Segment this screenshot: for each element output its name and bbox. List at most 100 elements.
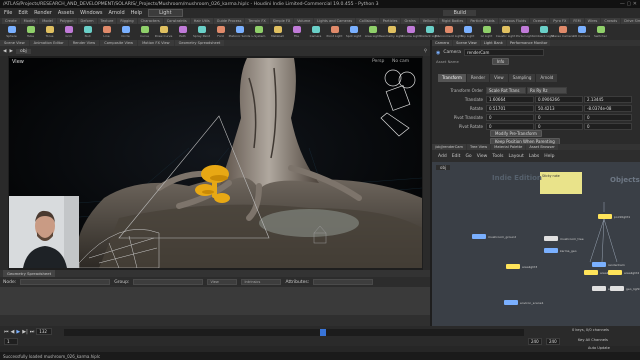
spreadsheet-area[interactable] — [0, 287, 430, 315]
time-cursor[interactable] — [320, 329, 326, 336]
network-node-mushroom-tree[interactable] — [544, 236, 558, 241]
parm-button-modify-pre-transform[interactable]: Modify Pre-Transform — [490, 130, 542, 137]
auto-update-toggle[interactable]: Auto Update — [588, 346, 610, 350]
parm-value-field[interactable]: 0 — [535, 122, 583, 130]
tool-vr-camera[interactable]: VR Camera — [573, 25, 590, 39]
tool-file[interactable]: File — [288, 25, 305, 39]
time-slider[interactable] — [64, 329, 524, 336]
parm-value-field[interactable]: 1.60664 — [486, 95, 534, 103]
global-end-field[interactable]: 240 — [546, 338, 560, 345]
parm-value-field[interactable]: Rx Ry Rz — [527, 86, 567, 94]
parm-value-field[interactable]: -8.0374e-08 — [584, 104, 632, 112]
network-editor[interactable]: obj Sticky note Objects Indie Edition mu… — [432, 162, 640, 326]
frame-field[interactable]: 132 — [36, 328, 53, 335]
network-menu-edit[interactable]: Edit — [452, 154, 461, 159]
network-node-arealight2[interactable] — [608, 270, 622, 275]
step-back-icon[interactable]: ◀ — [11, 329, 15, 335]
menu-assets[interactable]: Assets — [58, 10, 74, 16]
parm-tab-view[interactable]: View — [490, 74, 508, 82]
tool-grid[interactable]: Grid — [60, 25, 77, 39]
tool-font[interactable]: Font — [212, 25, 229, 39]
network-menu-view[interactable]: View — [477, 154, 488, 159]
tool-null[interactable]: Null — [79, 25, 96, 39]
network-node-mushroom-ground[interactable] — [472, 234, 486, 239]
parm-value-field[interactable]: 0.0906266 — [535, 95, 583, 103]
play-icon[interactable]: ▶ — [16, 329, 20, 335]
parm-tab-arnold[interactable]: Arnold — [536, 74, 558, 82]
build-menu[interactable]: Build — [443, 10, 476, 16]
network-node-environ-scene1[interactable] — [504, 300, 518, 305]
tool-area-light[interactable]: Area Light — [364, 25, 381, 39]
parm-value-field[interactable]: 0 — [535, 113, 583, 121]
tool-environment-light[interactable]: Environment Light — [435, 25, 462, 39]
parm-value-field[interactable]: 50.4213 — [535, 104, 583, 112]
obj-path[interactable]: obj — [15, 48, 31, 54]
attributes-field[interactable] — [313, 279, 374, 285]
tool-platonic-solids[interactable]: Platonic Solids — [229, 25, 250, 39]
persp-menu[interactable]: Persp — [372, 59, 384, 64]
forward-arrow-icon[interactable]: ▶ — [9, 49, 12, 54]
node-field[interactable] — [20, 279, 111, 285]
tool-curve[interactable]: Curve — [136, 25, 153, 39]
tool-stereo-camera[interactable]: Stereo Camera — [551, 25, 574, 39]
network-node-karma-geo[interactable] — [544, 248, 558, 253]
view-dropdown[interactable]: View — [207, 279, 238, 285]
tab-geometry-spreadsheet[interactable]: Geometry Spreadsheet — [3, 270, 56, 277]
tool-switcher[interactable]: Switcher — [592, 25, 609, 39]
parm-tab-transform[interactable]: Transform — [438, 74, 466, 82]
parm-value-field[interactable]: 0 — [584, 113, 632, 121]
intrinsics-dropdown[interactable]: Intrinsics — [241, 279, 282, 285]
parm-value-field[interactable]: Scale Rot Trans — [486, 86, 526, 94]
window-controls[interactable]: — ▢ ✕ — [620, 1, 637, 7]
network-menu-labs[interactable]: Labs — [529, 154, 539, 159]
menu-file[interactable]: File — [4, 10, 12, 16]
network-menu-add[interactable]: Add — [438, 154, 447, 159]
tool-spray-paint[interactable]: Spray Paint — [193, 25, 210, 39]
menu-help[interactable]: Help — [131, 10, 142, 16]
parm-value-field[interactable]: 0 — [486, 122, 534, 130]
tool-sphere[interactable]: Sphere — [3, 25, 20, 39]
network-menu-tools[interactable]: Tools — [492, 154, 503, 159]
tool-spot-light[interactable]: Spot Light — [345, 25, 362, 39]
network-menu-layout[interactable]: Layout — [508, 154, 523, 159]
camera-menu[interactable]: No cam — [392, 59, 409, 64]
back-arrow-icon[interactable]: ◀ — [3, 49, 6, 54]
parm-value-field[interactable]: 2.13445 — [584, 95, 632, 103]
network-node-geo-light[interactable] — [610, 286, 624, 291]
network-node-rendercam[interactable] — [592, 262, 606, 267]
jump-end-icon[interactable]: ⏭ — [30, 329, 35, 335]
tool-metaball[interactable]: Metaball — [269, 25, 286, 39]
network-node-pointlight1[interactable] — [598, 214, 612, 219]
key-all-button[interactable]: Key All Channels — [578, 338, 608, 342]
tool-point-light[interactable]: Point Light — [326, 25, 343, 39]
desktop-selector[interactable]: Light — [148, 9, 183, 17]
tool-tube[interactable]: Tube — [22, 25, 39, 39]
tool-gi-light[interactable]: GI Light — [478, 25, 495, 39]
parm-value-field[interactable]: 0.51701 — [486, 104, 534, 112]
parm-tab-render[interactable]: Render — [466, 74, 490, 82]
group-field[interactable] — [133, 279, 204, 285]
menu-render[interactable]: Render — [34, 10, 52, 16]
parm-value-field[interactable]: 0 — [486, 113, 534, 121]
tool-path[interactable]: Path — [174, 25, 191, 39]
tool-camera[interactable]: Camera — [307, 25, 324, 39]
info-button[interactable]: Info — [491, 58, 510, 65]
jump-start-icon[interactable]: ⏮ — [4, 329, 9, 335]
tool-caustic-light[interactable]: Caustic Light — [496, 25, 515, 39]
network-menu-help[interactable]: Help — [544, 154, 554, 159]
menu-windows[interactable]: Windows — [80, 10, 102, 16]
tool-sky-light[interactable]: Sky Light — [459, 25, 476, 39]
node-name-field[interactable]: renderCam — [464, 49, 545, 56]
tool-draw-curve[interactable]: Draw Curve — [155, 25, 172, 39]
pin-icon[interactable]: ⚲ — [424, 49, 427, 54]
viewport-tool-strip[interactable] — [0, 56, 8, 270]
tool-geometry-light[interactable]: Geometry Light — [380, 25, 403, 39]
parm-tab-sampling[interactable]: Sampling — [508, 74, 536, 82]
range-start-field[interactable]: 1 — [4, 338, 18, 345]
network-menu-go[interactable]: Go — [465, 154, 471, 159]
parm-value-field[interactable]: 0 — [584, 122, 632, 130]
tool-volume-light[interactable]: Volume Light — [401, 25, 420, 39]
range-end-field[interactable]: 240 — [528, 338, 542, 345]
menu-edit[interactable]: Edit — [18, 10, 28, 16]
network-node-arealight3[interactable] — [506, 264, 520, 269]
